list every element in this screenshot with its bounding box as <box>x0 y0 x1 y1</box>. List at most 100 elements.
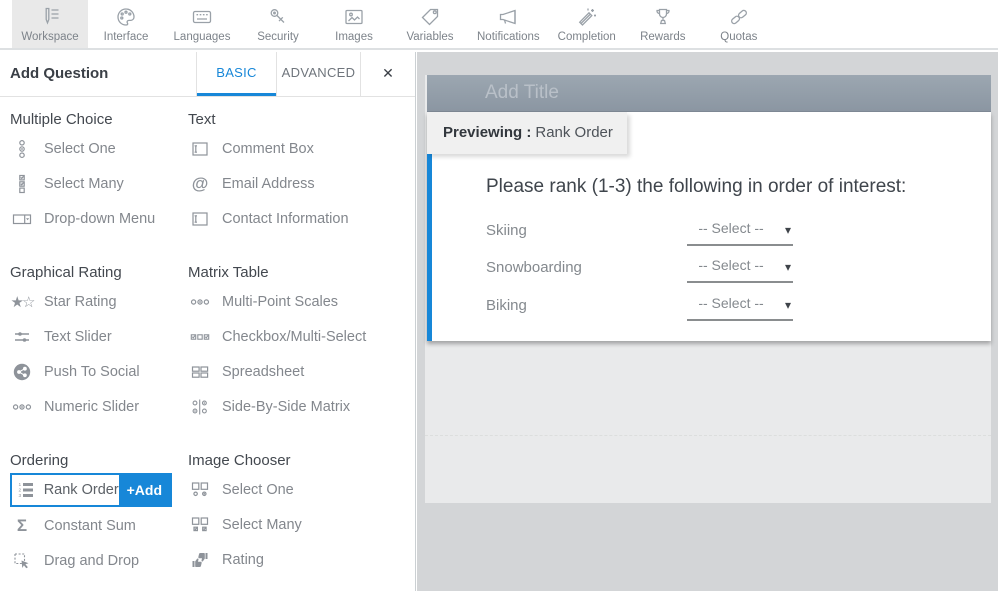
question-type-label: Numeric Slider <box>44 399 139 415</box>
question-type-image-select-many[interactable]: Select Many <box>188 507 406 542</box>
question-type-comment-box[interactable]: Comment Box <box>188 131 406 166</box>
svg-text:1: 1 <box>18 482 21 488</box>
question-type-label: Select Many <box>222 517 302 533</box>
question-type-checkbox-multi-select[interactable]: Checkbox/Multi-Select <box>188 319 406 354</box>
question-type-label: Side-By-Side Matrix <box>222 399 350 415</box>
toolbar-item-label: Workspace <box>21 31 78 43</box>
completion-icon <box>575 4 599 29</box>
question-type-numeric-slider[interactable]: Numeric Slider <box>10 389 188 424</box>
question-type-label: Checkbox/Multi-Select <box>222 329 366 345</box>
question-type-label: Contact Information <box>222 211 349 227</box>
add-question-panel: Add Question BASIC ADVANCED ✕ Multiple C… <box>0 52 416 591</box>
question-type-dropdown-menu[interactable]: Drop-down Menu <box>10 201 188 236</box>
tab-basic[interactable]: BASIC <box>196 52 276 96</box>
previewing-value: Rank Order <box>535 124 613 141</box>
divider <box>425 435 991 436</box>
close-icon[interactable]: ✕ <box>360 52 415 96</box>
add-question-header: Add Question BASIC ADVANCED ✕ <box>0 52 415 97</box>
add-button[interactable]: +Add <box>119 475 170 505</box>
dropdown-menu-icon <box>10 209 34 229</box>
constant-sum-icon: Σ <box>10 516 34 536</box>
question-type-list: Multiple Choice Select One <box>0 97 415 591</box>
question-type-label: Drag and Drop <box>44 553 139 569</box>
question-type-contact-information[interactable]: Contact Information <box>188 201 406 236</box>
question-type-label: Rank Order <box>44 482 119 498</box>
question-type-label: Select One <box>222 482 294 498</box>
question-type-label: Email Address <box>222 176 315 192</box>
rank-select-biking[interactable]: -- Select -- ▾ <box>687 293 793 321</box>
question-type-email-address[interactable]: @ Email Address <box>188 166 406 201</box>
toolbar-item-images[interactable]: Images <box>316 0 392 48</box>
question-type-text-slider[interactable]: Text Slider <box>10 319 188 354</box>
section-text: Text Comment Box @ Email Address <box>188 109 406 236</box>
question-type-select-many[interactable]: Select Many <box>10 166 188 201</box>
question-type-drag-and-drop[interactable]: Drag and Drop <box>10 543 188 578</box>
question-type-label: Text Slider <box>44 329 112 345</box>
survey-title-input[interactable]: Add Title <box>427 75 991 112</box>
toolbar-item-security[interactable]: Security <box>240 0 316 48</box>
toolbar-item-interface[interactable]: Interface <box>88 0 164 48</box>
toolbar-item-completion[interactable]: Completion <box>549 0 625 48</box>
question-type-push-to-social[interactable]: Push To Social <box>10 354 188 389</box>
question-accent-bar <box>427 154 432 341</box>
panel-title: Add Question <box>0 52 196 96</box>
section-title: Image Chooser <box>188 450 406 472</box>
rank-select-snowboarding[interactable]: -- Select -- ▾ <box>687 255 793 283</box>
select-value: -- Select -- <box>687 220 793 236</box>
preview-area: Add Title Previewing :Rank Order Please … <box>417 52 998 591</box>
rank-order-icon: 123 <box>14 480 38 500</box>
section-title: Graphical Rating <box>10 262 188 284</box>
chevron-down-icon: ▾ <box>785 260 791 274</box>
chevron-down-icon: ▾ <box>785 223 791 237</box>
toolbar-item-label: Variables <box>406 31 453 43</box>
tab-advanced[interactable]: ADVANCED <box>276 52 360 96</box>
question-type-label: Select One <box>44 141 116 157</box>
push-social-icon <box>10 362 34 382</box>
notifications-icon <box>496 4 520 29</box>
drag-drop-icon <box>10 551 34 571</box>
question-type-label: Rating <box>222 552 264 568</box>
question-type-multi-point-scales[interactable]: Multi-Point Scales <box>188 284 406 319</box>
toolbar-item-label: Interface <box>104 31 149 43</box>
multi-point-icon <box>188 292 212 312</box>
toolbar-item-variables[interactable]: Variables <box>392 0 468 48</box>
toolbar-item-label: Completion <box>558 31 616 43</box>
side-by-side-icon <box>188 397 212 417</box>
question-type-star-rating[interactable]: ★☆ Star Rating <box>10 284 188 319</box>
previewing-label: Previewing : <box>443 124 531 141</box>
rank-item-label: Skiing <box>486 222 527 239</box>
toolbar-item-notifications[interactable]: Notifications <box>468 0 549 48</box>
select-one-icon <box>10 139 34 159</box>
section-ordering: Ordering 123 Rank Order +Add Σ Co <box>10 450 188 578</box>
question-type-select-one[interactable]: Select One <box>10 131 188 166</box>
question-type-rank-order[interactable]: 123 Rank Order +Add <box>10 473 172 507</box>
toolbar-item-label: Quotas <box>720 31 757 43</box>
question-type-label: Drop-down Menu <box>44 211 155 227</box>
survey-builder-app: Workspace Interface Languages <box>0 0 998 591</box>
question-type-constant-sum[interactable]: Σ Constant Sum <box>10 508 188 543</box>
question-type-side-by-side-matrix[interactable]: Side-By-Side Matrix <box>188 389 406 424</box>
email-icon: @ <box>188 174 212 194</box>
question-type-image-select-one[interactable]: Select One <box>188 472 406 507</box>
select-value: -- Select -- <box>687 257 793 273</box>
toolbar-item-languages[interactable]: Languages <box>164 0 240 48</box>
question-type-label: Constant Sum <box>44 518 136 534</box>
question-type-image-rating[interactable]: Rating <box>188 542 406 577</box>
toolbar-item-label: Languages <box>174 31 231 43</box>
rank-select-skiing[interactable]: -- Select -- ▾ <box>687 218 793 246</box>
section-multiple-choice: Multiple Choice Select One <box>10 109 188 236</box>
image-select-one-icon <box>188 480 212 500</box>
text-slider-icon <box>10 327 34 347</box>
svg-text:2: 2 <box>18 488 21 494</box>
toolbar-item-rewards[interactable]: Rewards <box>625 0 701 48</box>
section-title: Multiple Choice <box>10 109 188 131</box>
question-type-spreadsheet[interactable]: Spreadsheet <box>188 354 406 389</box>
question-text: Please rank (1-3) the following in order… <box>486 176 986 198</box>
toolbar-item-label: Rewards <box>640 31 685 43</box>
quotas-icon <box>727 4 751 29</box>
rank-item-label: Biking <box>486 297 527 314</box>
toolbar-item-workspace[interactable]: Workspace <box>12 0 88 48</box>
comment-box-icon <box>188 139 212 159</box>
toolbar-item-quotas[interactable]: Quotas <box>701 0 777 48</box>
section-image-chooser: Image Chooser Select One <box>188 450 406 578</box>
